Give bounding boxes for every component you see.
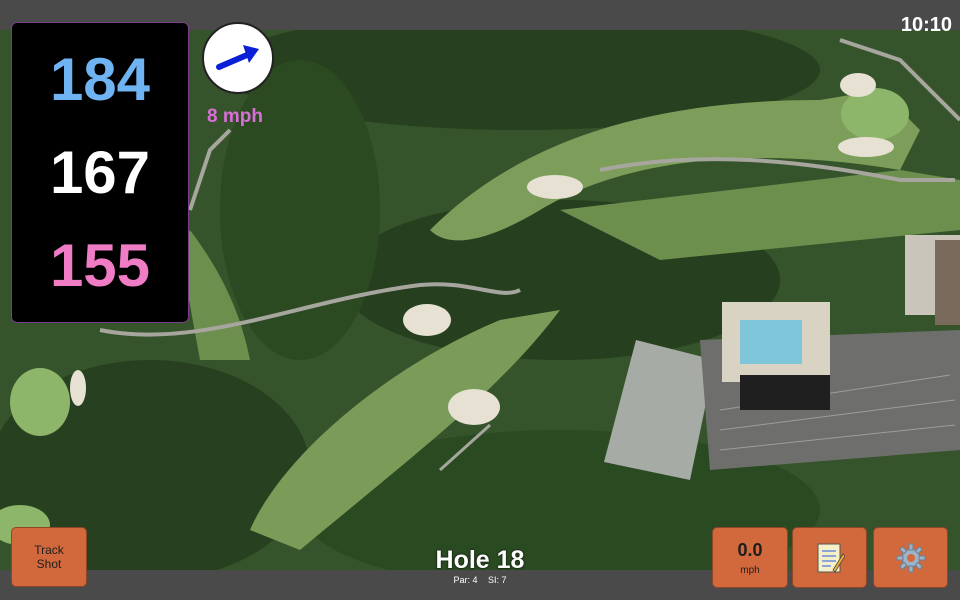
back-distance: 184 [49, 45, 151, 113]
wind-speed-label: 8 mph [207, 106, 263, 127]
speed-unit: mph [740, 564, 760, 576]
notepad-icon [817, 543, 845, 573]
speed-value: 0.0 [737, 539, 763, 560]
hole-si: SI: 7 [488, 575, 507, 585]
track-shot-label: Track Shot [34, 542, 64, 571]
clock: 10:10 [900, 14, 952, 36]
distance-panel: 184 167 155 [11, 22, 189, 323]
settings-button[interactable] [873, 527, 948, 588]
gear-icon [896, 543, 925, 572]
front-distance: 155 [49, 231, 151, 299]
hole-info: Hole 18 Par: 4 SI: 7 [410, 546, 550, 586]
notes-button[interactable] [792, 527, 867, 588]
speed-button[interactable]: 0.0 mph [712, 527, 788, 588]
hole-par: Par: 4 [453, 575, 478, 585]
hole-details: Par: 4 SI: 7 [410, 575, 550, 585]
middle-distance: 167 [49, 138, 151, 206]
arrow-right-icon [216, 45, 259, 70]
track-shot-button[interactable]: Track Shot [11, 527, 87, 587]
wind-indicator[interactable] [202, 22, 274, 94]
hole-title: Hole 18 [435, 546, 525, 574]
